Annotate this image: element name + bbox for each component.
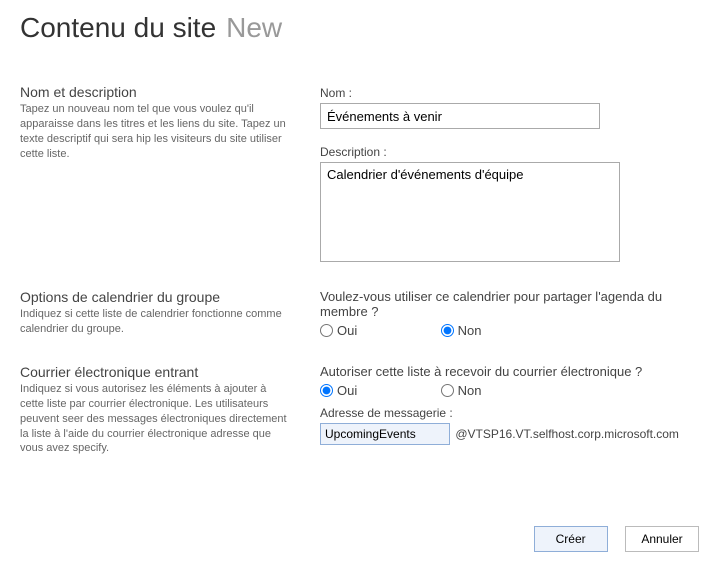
email-suffix: @VTSP16.VT.selfhost.corp.microsoft.com xyxy=(455,427,679,441)
radio-no[interactable] xyxy=(441,324,454,337)
page-title: Contenu du site xyxy=(20,12,216,44)
section-help: Indiquez si cette liste de calendrier fo… xyxy=(20,307,292,337)
section-title: Nom et description xyxy=(20,84,292,100)
radio-no[interactable] xyxy=(441,384,454,397)
name-input[interactable] xyxy=(320,103,600,129)
allow-email-question: Autoriser cette liste à recevoir du cour… xyxy=(320,364,699,379)
section-group-calendar: Options de calendrier du groupe Indiquez… xyxy=(20,289,699,340)
email-address-label: Adresse de messagerie : xyxy=(320,406,699,420)
radio-yes-label: Oui xyxy=(337,383,357,398)
name-label: Nom : xyxy=(320,86,699,100)
section-incoming-email: Courrier électronique entrant Indiquez s… xyxy=(20,364,699,456)
radio-yes-label: Oui xyxy=(337,323,357,338)
create-button[interactable]: Créer xyxy=(534,526,608,552)
description-label: Description : xyxy=(320,145,699,159)
radio-no-label: Non xyxy=(458,323,482,338)
section-help: Indiquez si vous autorisez les éléments … xyxy=(20,382,292,456)
radio-yes[interactable] xyxy=(320,384,333,397)
share-calendar-no[interactable]: Non xyxy=(441,323,482,338)
page-header: Contenu du site New xyxy=(20,12,699,44)
description-input[interactable] xyxy=(320,162,620,262)
section-title: Courrier électronique entrant xyxy=(20,364,292,380)
section-title: Options de calendrier du groupe xyxy=(20,289,292,305)
page-subtitle: New xyxy=(226,12,282,44)
radio-yes[interactable] xyxy=(320,324,333,337)
email-address-input[interactable] xyxy=(320,423,450,445)
share-calendar-yes[interactable]: Oui xyxy=(320,323,357,338)
radio-no-label: Non xyxy=(458,383,482,398)
allow-email-no[interactable]: Non xyxy=(441,383,482,398)
section-help: Tapez un nouveau nom tel que vous voulez… xyxy=(20,102,292,161)
cancel-button[interactable]: Annuler xyxy=(625,526,699,552)
section-name-description: Nom et description Tapez un nouveau nom … xyxy=(20,84,699,265)
allow-email-yes[interactable]: Oui xyxy=(320,383,357,398)
share-calendar-question: Voulez-vous utiliser ce calendrier pour … xyxy=(320,289,699,319)
dialog-buttons: Créer Annuler xyxy=(520,526,699,552)
